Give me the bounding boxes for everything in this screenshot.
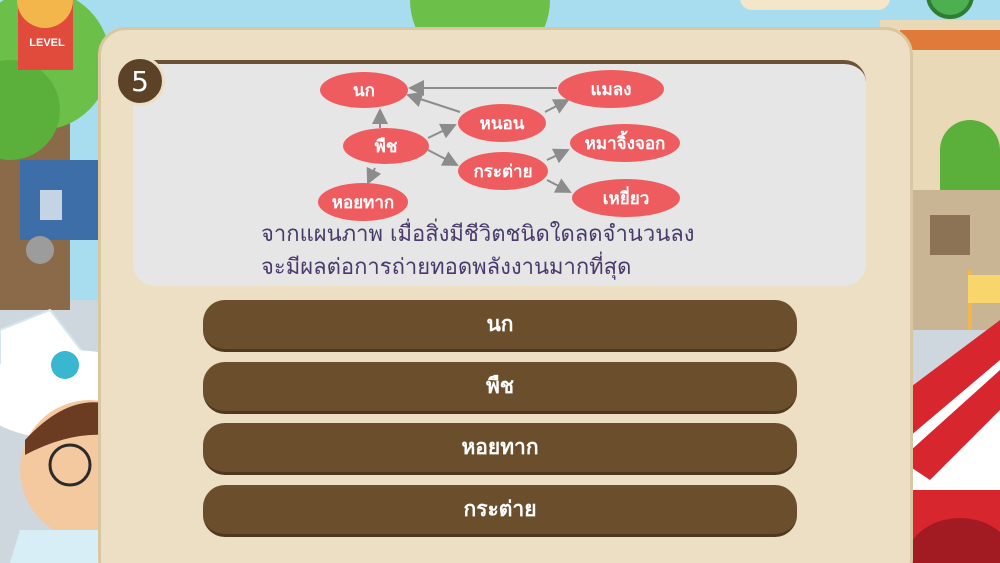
- node-snail: หอยทาก: [318, 183, 408, 221]
- question-text-line1: จากแผนภาพ เมื่อสิ่งมีชีวิตชนิดใดลดจำนวนล…: [261, 222, 695, 247]
- answer-button-2[interactable]: พืช: [203, 362, 797, 414]
- question-text-line2: จะมีผลต่อการถ่ายทอดพลังงานมากที่สุด: [261, 255, 632, 280]
- node-wolf: หมาจิ้งจอก: [570, 124, 680, 162]
- level-label: LEVEL: [29, 37, 65, 49]
- game-scene: LEVEL 5 นก พืช หอยทาก หนอน กระต่าย แมลง …: [0, 0, 1000, 563]
- answer-button-3[interactable]: หอยทาก: [203, 423, 797, 475]
- question-number: 5: [115, 56, 165, 106]
- node-plant: พืช: [343, 128, 429, 164]
- node-hawk: เหยี่ยว: [572, 179, 680, 217]
- node-rabbit: กระต่าย: [458, 152, 548, 190]
- node-bird: นก: [320, 72, 408, 108]
- answer-button-4[interactable]: กระต่าย: [203, 485, 797, 537]
- node-insect: แมลง: [558, 70, 664, 108]
- node-caterpillar: หนอน: [458, 104, 546, 142]
- level-badge[interactable]: LEVEL: [22, 37, 72, 57]
- answer-button-1[interactable]: นก: [203, 300, 797, 352]
